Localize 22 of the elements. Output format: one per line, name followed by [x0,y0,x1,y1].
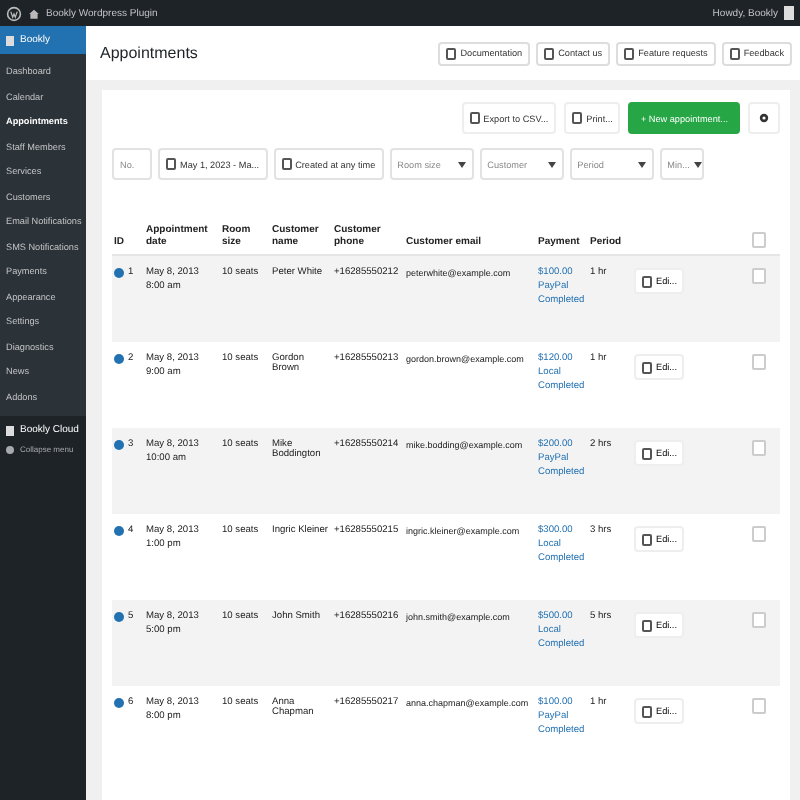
row-checkbox[interactable] [751,268,765,284]
expand-icon[interactable] [114,268,124,278]
expand-icon[interactable] [114,698,124,708]
home-icon[interactable] [28,7,40,19]
caret-icon [457,161,466,167]
row-checkbox[interactable] [751,526,765,542]
settings-button[interactable] [748,102,780,134]
row-checkbox[interactable] [751,612,765,628]
page-title: Appointments [100,44,198,62]
row-checkbox[interactable] [751,440,765,456]
expand-icon[interactable] [114,526,124,536]
wordpress-icon[interactable] [6,5,22,21]
expand-icon[interactable] [114,440,124,450]
row-checkbox[interactable] [751,354,765,370]
caret-icon [637,161,646,167]
row-checkbox[interactable] [751,698,765,714]
settings-icon [758,112,770,124]
caret-icon [693,161,702,167]
expand-icon[interactable] [114,612,124,622]
expand-icon[interactable] [114,354,124,364]
select-all-checkbox[interactable] [751,232,765,248]
caret-icon [547,161,556,167]
